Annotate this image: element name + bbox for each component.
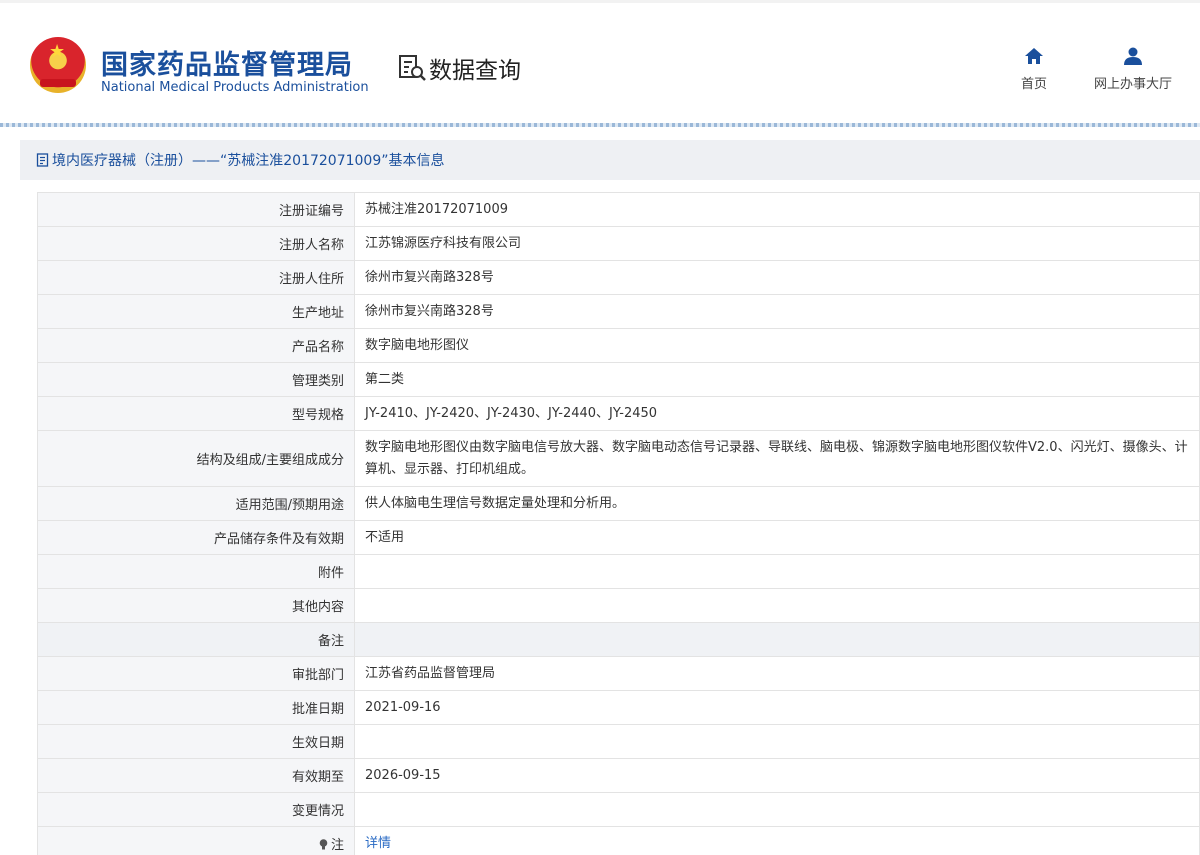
field-label: 生效日期: [37, 724, 355, 759]
field-label: 批准日期: [37, 690, 355, 725]
table-row: 结构及组成/主要组成成分 数字脑电地形图仪由数字脑电信号放大器、数字脑电动态信号记…: [37, 430, 1200, 487]
field-label: 注册证编号: [37, 192, 355, 227]
table-row: 其他内容: [37, 588, 1200, 623]
field-label: 产品名称: [37, 328, 355, 363]
field-label: 注册人名称: [37, 226, 355, 261]
nav-online-service-hall[interactable]: 网上办事大厅: [1083, 47, 1183, 92]
field-value: 徐州市复兴南路328号: [354, 294, 1200, 329]
field-value: [354, 588, 1200, 623]
registration-detail-table: 注册证编号 苏械注准20172071009 注册人名称 江苏锦源医疗科技有限公司 注…: [37, 192, 1200, 855]
field-value: 苏械注准20172071009: [354, 192, 1200, 227]
field-value: 数字脑电地形图仪由数字脑电信号放大器、数字脑电动态信号记录器、导联线、脑电极、锦…: [354, 430, 1200, 487]
field-value: 江苏省药品监督管理局: [354, 656, 1200, 691]
nav-hall-label: 网上办事大厅: [1093, 77, 1172, 92]
table-row: 注册人名称 江苏锦源医疗科技有限公司: [37, 226, 1200, 261]
field-label: 备注: [37, 622, 355, 657]
field-label: 型号规格: [37, 396, 355, 431]
national-emblem-logo: ★: [30, 37, 86, 93]
home-icon: [1025, 48, 1043, 64]
field-label: 变更情况: [37, 792, 355, 827]
table-row: 产品名称 数字脑电地形图仪: [37, 328, 1200, 363]
table-row: 审批部门 江苏省药品监督管理局: [37, 656, 1200, 691]
field-value: 供人体脑电生理信号数据定量处理和分析用。: [354, 486, 1200, 521]
field-label: 产品储存条件及有效期: [37, 520, 355, 555]
table-row: 生效日期: [37, 724, 1200, 759]
data-query-label: 数据查询: [429, 58, 521, 84]
lightbulb-icon: [319, 839, 328, 850]
field-label: 结构及组成/主要组成成分: [37, 430, 355, 487]
field-label: 生产地址: [37, 294, 355, 329]
field-value: 江苏锦源医疗科技有限公司: [354, 226, 1200, 261]
record-title-bar: 境内医疗器械（注册）——“苏械注准20172071009”基本信息: [20, 140, 1200, 180]
table-row: 附件: [37, 554, 1200, 589]
field-value: [354, 554, 1200, 589]
table-row: 有效期至 2026-09-15: [37, 758, 1200, 793]
table-row: 生产地址 徐州市复兴南路328号: [37, 294, 1200, 329]
table-row: 型号规格 JY-2410、JY-2420、JY-2430、JY-2440、JY-2…: [37, 396, 1200, 431]
document-search-icon: [399, 55, 426, 81]
user-icon: [1124, 47, 1142, 65]
field-value: [354, 792, 1200, 827]
site-header: ★ 国家药品监督管理局 National Medical Products Ad…: [0, 3, 1200, 123]
record-title: 境内医疗器械（注册）——“苏械注准20172071009”基本信息: [52, 153, 445, 169]
table-row: 变更情况: [37, 792, 1200, 827]
table-row: 批准日期 2021-09-16: [37, 690, 1200, 725]
field-label: 有效期至: [37, 758, 355, 793]
field-value: [354, 622, 1200, 657]
field-value: 徐州市复兴南路328号: [354, 260, 1200, 295]
table-row: 适用范围/预期用途 供人体脑电生理信号数据定量处理和分析用。: [37, 486, 1200, 521]
field-label: 附件: [37, 554, 355, 589]
nav-home-label: 首页: [1020, 77, 1047, 92]
field-value: 第二类: [354, 362, 1200, 397]
org-name-cn: 国家药品监督管理局: [101, 50, 353, 81]
field-value: 2021-09-16: [354, 690, 1200, 725]
table-row: 注 详情: [37, 826, 1200, 855]
field-value: JY-2410、JY-2420、JY-2430、JY-2440、JY-2450: [354, 396, 1200, 431]
field-label: 注: [37, 826, 355, 855]
field-label: 其他内容: [37, 588, 355, 623]
table-row: 备注: [37, 622, 1200, 657]
field-label: 管理类别: [37, 362, 355, 397]
table-row: 产品储存条件及有效期 不适用: [37, 520, 1200, 555]
note-label: 注: [330, 838, 344, 853]
field-label: 审批部门: [37, 656, 355, 691]
details-link[interactable]: 详情: [354, 826, 1200, 855]
field-value: [354, 724, 1200, 759]
field-value: 2026-09-15: [354, 758, 1200, 793]
document-icon: [36, 153, 49, 167]
field-value: 数字脑电地形图仪: [354, 328, 1200, 363]
nav-home[interactable]: 首页: [1010, 47, 1058, 92]
header-divider: [0, 123, 1200, 127]
table-row: 注册人住所 徐州市复兴南路328号: [37, 260, 1200, 295]
org-name-en: National Medical Products Administration: [101, 80, 369, 95]
field-value: 不适用: [354, 520, 1200, 555]
field-label: 注册人住所: [37, 260, 355, 295]
data-query-title: 数据查询: [397, 52, 521, 84]
table-row: 注册证编号 苏械注准20172071009: [37, 192, 1200, 227]
table-row: 管理类别 第二类: [37, 362, 1200, 397]
field-label: 适用范围/预期用途: [37, 486, 355, 521]
